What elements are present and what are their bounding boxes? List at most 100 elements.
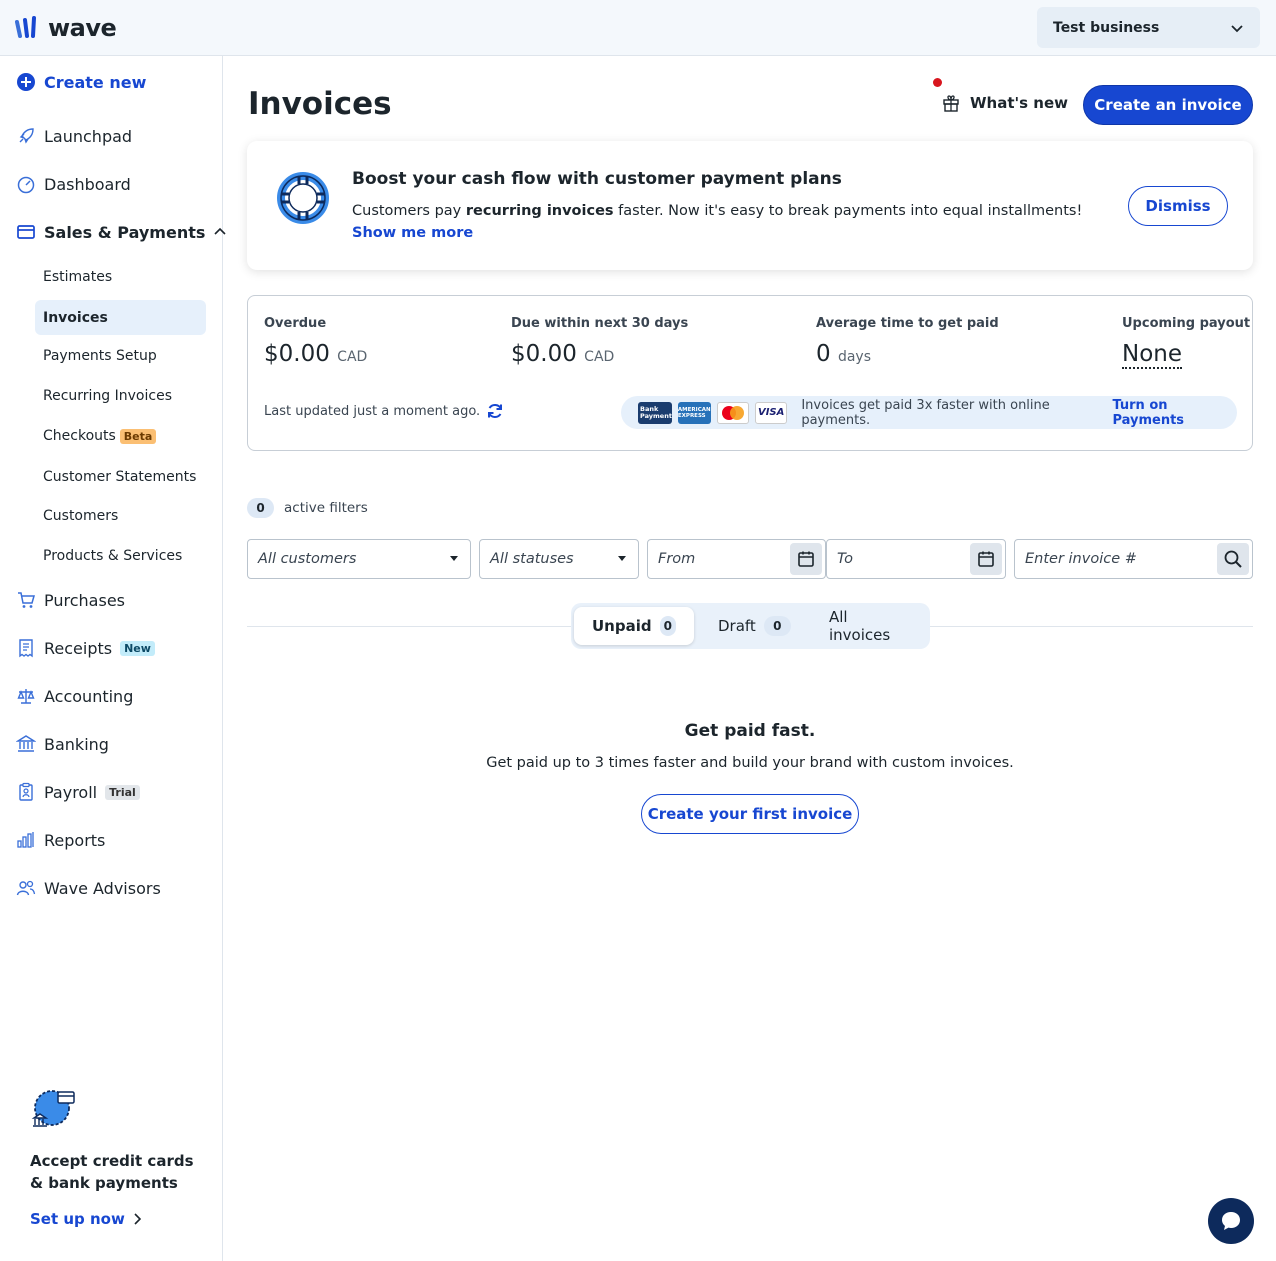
status-filter-select[interactable]: All statuses (479, 539, 639, 579)
promo-title: Accept credit cards & bank payments (30, 1152, 194, 1192)
sidebar-item-label: Purchases (44, 590, 125, 610)
sidebar-subitem-customer-statements[interactable]: Customer Statements (43, 467, 196, 487)
sidebar-item-label: Payroll (44, 782, 98, 802)
payments-pill-text: Invoices get paid 3x faster with online … (801, 397, 1050, 428)
stat-value: $0.00 CAD (511, 341, 688, 367)
stat-value: 0 days (816, 341, 999, 367)
banner-body-text: Customers pay (352, 203, 466, 219)
clipboard-icon (16, 782, 36, 802)
lifebuoy-icon (277, 172, 329, 228)
sidebar-item-purchases[interactable]: Purchases (16, 586, 125, 614)
sidebar-subitem-label: Customer Statements (43, 469, 197, 485)
stat-due-30: Due within next 30 days $0.00 CAD (511, 316, 688, 367)
tab-unpaid[interactable]: Unpaid 0 (574, 607, 694, 645)
caret-down-icon (450, 556, 458, 561)
create-first-invoice-button[interactable]: Create your first invoice (641, 794, 859, 834)
sidebar-item-label: Accounting (44, 686, 134, 706)
mastercard-card-icon (716, 401, 749, 424)
bar-chart-icon (16, 830, 36, 850)
create-new-label: Create new (44, 72, 147, 92)
notification-dot (933, 78, 942, 87)
payout-value[interactable]: None (1122, 341, 1183, 369)
to-date-input[interactable]: To (826, 539, 1006, 579)
brand-name: wave (48, 14, 117, 42)
sidebar-item-accounting[interactable]: Accounting (16, 682, 133, 710)
stat-value: $0.00 CAD (264, 341, 367, 367)
business-name: Test business (1053, 19, 1160, 36)
amex-card-icon: AMERICAN EXPRESS (677, 401, 711, 424)
refresh-icon[interactable] (486, 402, 504, 420)
stat-amount: 0 (816, 341, 831, 367)
stat-upcoming-payout: Upcoming payout None (1122, 316, 1251, 369)
to-date-placeholder: To (837, 551, 853, 567)
sidebar-subitem-estimates[interactable]: Estimates (43, 267, 112, 287)
sidebar-item-payroll[interactable]: Payroll Trial (16, 778, 140, 806)
chat-button[interactable] (1208, 1198, 1254, 1244)
banner-title: Boost your cash flow with customer payme… (352, 169, 842, 189)
new-badge: New (120, 640, 155, 656)
turn-on-payments-link[interactable]: Turn on Payments (1112, 398, 1237, 428)
customer-filter-select[interactable]: All customers (247, 539, 471, 579)
sidebar-item-label: Sales & Payments (44, 222, 206, 242)
wave-logo[interactable]: wave (14, 14, 117, 42)
stat-value[interactable]: None (1122, 341, 1250, 369)
invoice-tabs: Unpaid 0 Draft 0 All invoices (571, 603, 930, 649)
sidebar-subitem-recurring-invoices[interactable]: Recurring Invoices (43, 386, 172, 406)
sidebar-subitem-customers[interactable]: Customers (43, 506, 118, 526)
customer-filter-value: All customers (258, 551, 357, 567)
sidebar-item-dashboard[interactable]: Dashboard (16, 170, 131, 198)
invoice-stats-panel: Overdue $0.00 CAD Due within next 30 day… (247, 295, 1253, 451)
calendar-icon[interactable] (970, 543, 1002, 575)
whats-new-button[interactable]: What's new (942, 94, 1068, 112)
stat-label: Overdue (264, 316, 327, 331)
sidebar-item-banking[interactable]: Banking (16, 730, 109, 758)
dismiss-button[interactable]: Dismiss (1128, 186, 1228, 226)
plus-circle-icon (16, 72, 36, 92)
from-date-input[interactable]: From (647, 539, 826, 579)
sidebar-subitem-label: Customers (43, 508, 119, 524)
stat-label: Upcoming payout (1122, 316, 1251, 331)
sidebar-item-reports[interactable]: Reports (16, 826, 105, 854)
tab-draft[interactable]: Draft 0 (700, 607, 809, 645)
invoice-number-search[interactable]: Enter invoice # (1014, 539, 1253, 579)
beta-badge: Beta (119, 428, 157, 444)
stat-unit: CAD (584, 349, 615, 365)
stat-label: Due within next 30 days (511, 316, 689, 331)
cart-icon (16, 590, 36, 610)
stat-avg-time: Average time to get paid 0 days (816, 316, 999, 367)
calendar-icon[interactable] (790, 543, 822, 575)
sidebar-item-label: Launchpad (44, 126, 133, 146)
show-me-more-link[interactable]: Show me more (352, 225, 473, 241)
payments-illustration-icon (31, 1090, 75, 1127)
last-updated-text: Last updated just a moment ago. (264, 403, 481, 419)
bank-icon (16, 734, 36, 754)
sidebar-subitem-products-services[interactable]: Products & Services (43, 546, 182, 566)
stat-overdue: Overdue $0.00 CAD (264, 316, 367, 367)
caret-down-icon (618, 556, 626, 561)
sidebar-item-wave-advisors[interactable]: Wave Advisors (16, 874, 161, 902)
sidebar-subitem-invoices[interactable]: Invoices (35, 300, 206, 335)
visa-card-icon: VISA (754, 401, 788, 424)
search-icon[interactable] (1217, 543, 1249, 575)
business-switcher[interactable]: Test business (1037, 7, 1260, 48)
tab-all-invoices[interactable]: All invoices (811, 607, 930, 645)
wave-logo-icon (15, 16, 36, 38)
set-up-now-link[interactable]: Set up now (30, 1210, 210, 1228)
receipt-icon (16, 638, 36, 658)
sidebar-item-receipts[interactable]: Receipts New (16, 634, 155, 662)
sidebar-subitem-label: Products & Services (43, 548, 183, 564)
sidebar-item-sales-payments[interactable]: Sales & Payments (16, 218, 227, 246)
gauge-icon (16, 174, 36, 194)
sidebar-subitem-checkouts[interactable]: Checkouts Beta (43, 426, 157, 446)
create-invoice-button[interactable]: Create an invoice (1083, 85, 1253, 125)
sidebar-item-launchpad[interactable]: Launchpad (16, 122, 132, 150)
banner-body-text: faster. Now it's easy to break payments … (613, 203, 1083, 219)
active-filters: 0 active filters (247, 498, 368, 518)
sidebar-item-label: Dashboard (44, 174, 131, 194)
create-new-button[interactable]: Create new (16, 68, 146, 96)
stat-amount: $0.00 (511, 341, 577, 367)
sidebar-subitem-payments-setup[interactable]: Payments Setup (43, 346, 157, 366)
stat-label: Average time to get paid (816, 316, 999, 331)
sidebar-item-label: Reports (44, 830, 106, 850)
page-title: Invoices (248, 86, 392, 122)
